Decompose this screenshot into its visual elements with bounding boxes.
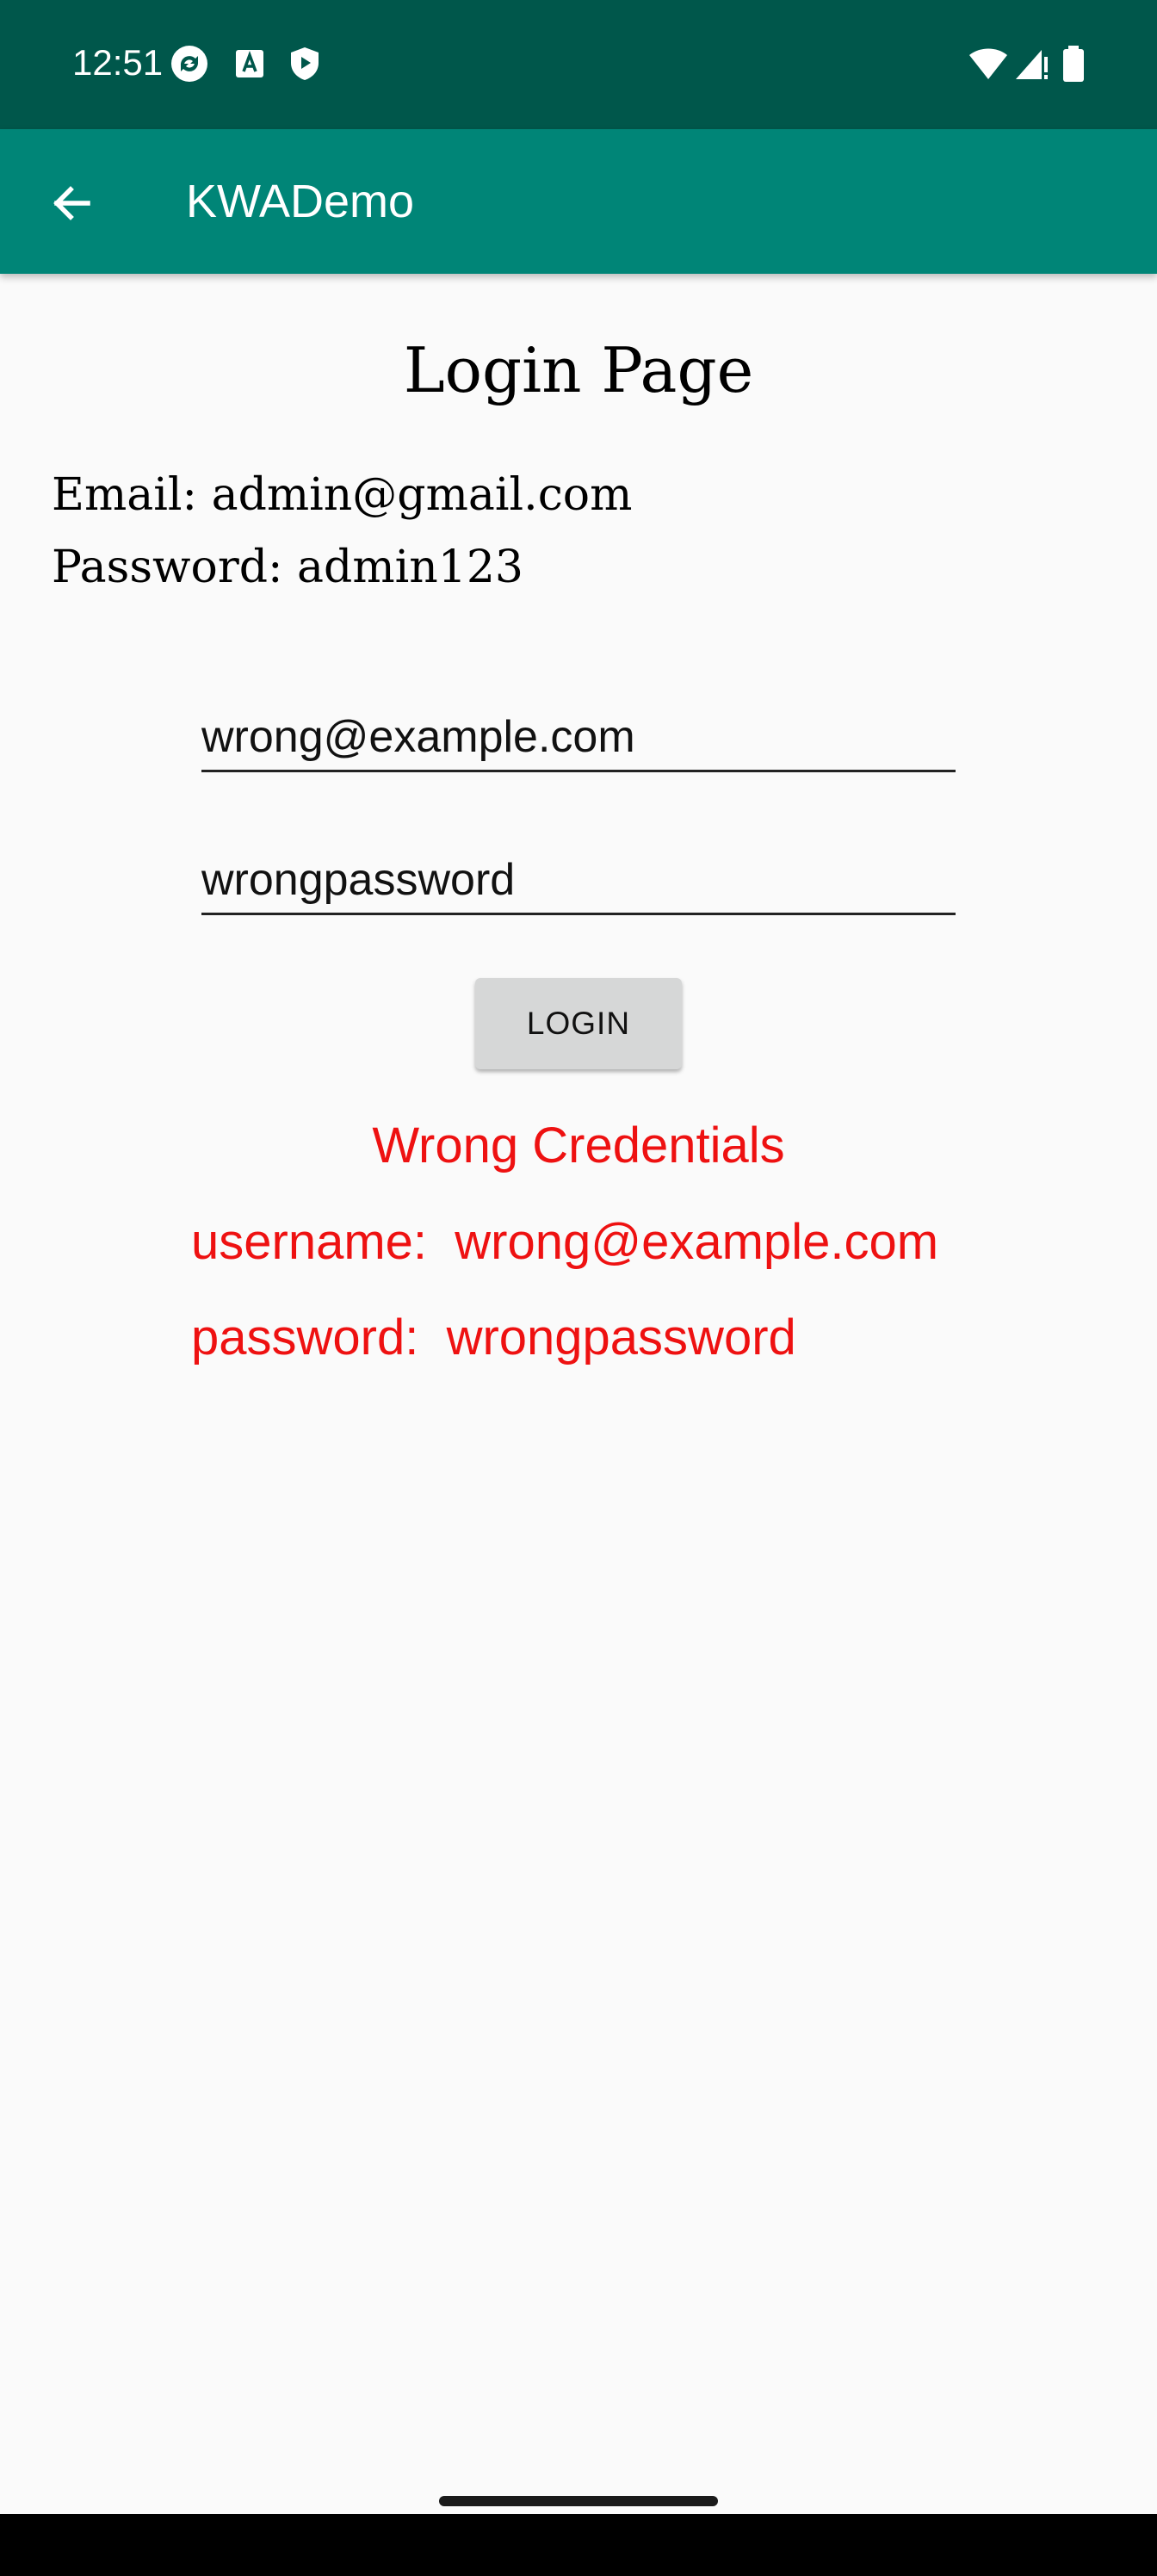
app-title: KWADemo — [186, 176, 415, 227]
arrow-back-icon — [53, 186, 90, 220]
signal-icon — [1012, 45, 1050, 83]
page-title: Login Page — [403, 334, 754, 406]
keyboard-a-icon — [231, 45, 269, 83]
navigation-bar — [0, 2514, 1157, 2576]
home-gesture-handle[interactable] — [439, 2496, 718, 2506]
email-input[interactable] — [201, 709, 956, 765]
sync-icon — [170, 45, 208, 83]
status-bar: 12:51 — [0, 0, 1157, 129]
password-field[interactable] — [201, 840, 956, 915]
shield-play-icon — [286, 45, 324, 83]
wifi-icon — [968, 45, 1009, 83]
email-field[interactable] — [201, 697, 956, 772]
error-title: Wrong Credentials — [372, 1118, 785, 1173]
error-username-line: username: wrong@example.com — [191, 1214, 939, 1270]
error-password-line: password: wrongpassword — [191, 1310, 796, 1365]
back-button[interactable] — [34, 167, 107, 239]
password-input[interactable] — [201, 852, 956, 907]
password-hint: Password: admin123 — [52, 542, 524, 593]
login-button[interactable]: LOGIN — [475, 978, 682, 1069]
email-hint: Email: admin@gmail.com — [52, 469, 633, 521]
battery-icon — [1061, 45, 1086, 83]
app-bar: KWADemo — [0, 129, 1157, 274]
status-time: 12:51 — [72, 42, 164, 83]
